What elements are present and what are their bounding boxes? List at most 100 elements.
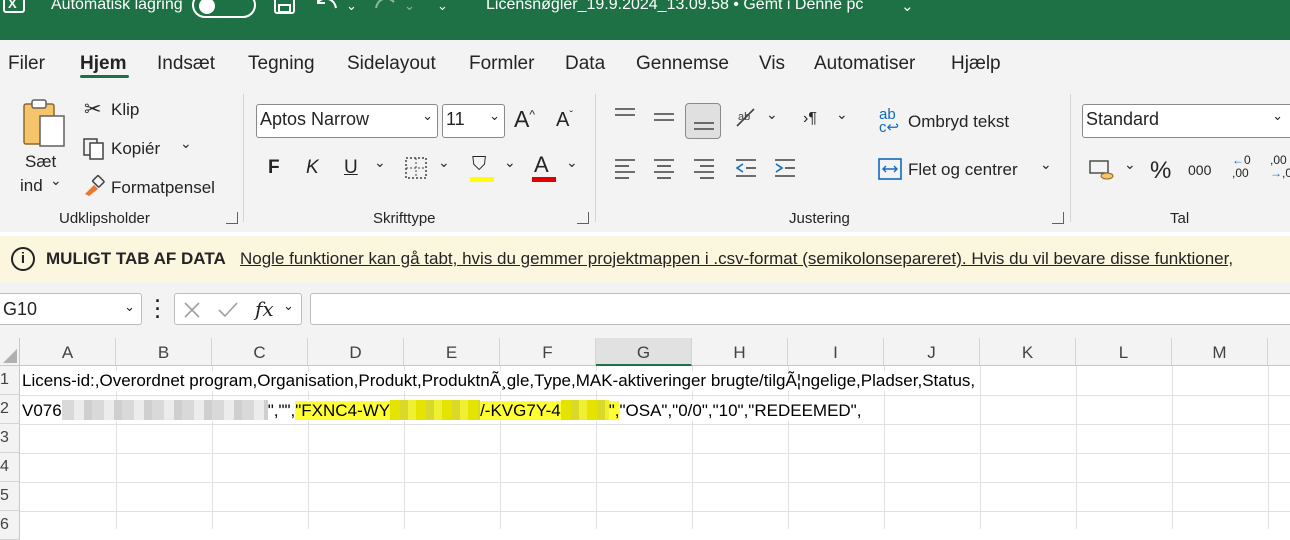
accounting-format-icon[interactable]: [1088, 158, 1116, 182]
customize-qat-chevron-icon[interactable]: ⌄: [437, 0, 448, 14]
warning-message-link[interactable]: Nogle funktioner kan gå tabt, hvis du ge…: [240, 249, 1233, 269]
insert-function-button[interactable]: fx: [255, 297, 274, 321]
borders-chevron-icon[interactable]: ⌄: [438, 154, 450, 171]
row-header-2[interactable]: 2: [0, 395, 20, 424]
undo-icon[interactable]: [314, 0, 340, 16]
tab-data[interactable]: Data: [565, 53, 605, 75]
wrap-text-icon[interactable]: ab c↩: [879, 107, 899, 135]
font-dialog-launcher-icon[interactable]: [577, 212, 589, 224]
format-painter-icon[interactable]: [82, 174, 106, 198]
tab-formler[interactable]: Formler: [469, 53, 534, 75]
column-header-m[interactable]: M: [1172, 338, 1268, 366]
column-header-n[interactable]: [1268, 338, 1290, 366]
tab-hjem[interactable]: Hjem: [80, 53, 126, 75]
align-right-icon[interactable]: [692, 157, 716, 179]
paste-chevron-icon[interactable]: ⌄: [50, 172, 62, 189]
title-chevron-icon[interactable]: ⌄: [901, 0, 914, 15]
column-header-b[interactable]: B: [116, 338, 212, 366]
align-middle-icon[interactable]: [652, 106, 676, 128]
decrease-font-size-icon[interactable]: Aˇ: [556, 109, 573, 132]
tab-automatiser[interactable]: Automatiser: [814, 53, 915, 75]
underline-chevron-icon[interactable]: ⌄: [374, 154, 386, 171]
spreadsheet-grid[interactable]: A B C D E F G H I J K L M 1 2 3 4 5 6 Li…: [0, 338, 1290, 540]
italic-button[interactable]: K: [306, 157, 319, 179]
orientation-chevron-icon[interactable]: ⌄: [766, 106, 778, 123]
fill-color-chevron-icon[interactable]: ⌄: [504, 154, 516, 171]
copy-icon[interactable]: [82, 137, 106, 161]
save-icon[interactable]: [272, 0, 298, 16]
orientation-icon[interactable]: ab: [734, 106, 760, 130]
wrap-text-button[interactable]: Ombryd tekst: [908, 112, 1009, 132]
alignment-dialog-launcher-icon[interactable]: [1052, 212, 1064, 224]
align-bottom-button[interactable]: [685, 103, 721, 139]
more-options-icon[interactable]: · · ·: [155, 292, 161, 326]
cut-button[interactable]: Klip: [111, 100, 139, 120]
column-header-i[interactable]: I: [788, 338, 884, 366]
column-header-l[interactable]: L: [1076, 338, 1172, 366]
undo-dropdown-chevron-icon[interactable]: ⌄: [346, 0, 357, 14]
decrease-decimal-icon[interactable]: ,00 →,0: [1270, 154, 1290, 180]
row-header-6[interactable]: 6: [0, 511, 20, 540]
row-header-4[interactable]: 4: [0, 453, 20, 482]
font-size-dropdown[interactable]: 11 ⌄: [442, 104, 505, 138]
column-header-e[interactable]: E: [404, 338, 500, 366]
tab-indsaet[interactable]: Indsæt: [157, 53, 215, 75]
number-format-dropdown[interactable]: Standard ⌄: [1082, 104, 1290, 138]
row-header-1[interactable]: 1: [0, 366, 20, 395]
paste-label-1[interactable]: Sæt: [25, 152, 56, 172]
column-header-c[interactable]: C: [212, 338, 308, 366]
accounting-chevron-icon[interactable]: ⌄: [1124, 156, 1136, 173]
increase-font-size-icon[interactable]: A^: [514, 106, 535, 133]
bold-button[interactable]: F: [268, 157, 280, 179]
tab-sidelayout[interactable]: Sidelayout: [347, 53, 436, 75]
tab-tegning[interactable]: Tegning: [248, 53, 315, 75]
tab-vis[interactable]: Vis: [759, 53, 785, 75]
copy-chevron-icon[interactable]: ⌄: [180, 135, 192, 152]
percent-button[interactable]: %: [1150, 157, 1171, 185]
document-title[interactable]: Licensnøgler_19.9.2024_13.09.58 • Gemt i…: [486, 0, 863, 14]
column-header-a[interactable]: A: [20, 338, 116, 366]
align-center-icon[interactable]: [652, 157, 676, 179]
formula-input[interactable]: [310, 293, 1290, 325]
cell-a2[interactable]: V076 ","","FXNC4-WY /-KVG7Y-4 ","OSA","0/0"…: [22, 400, 862, 421]
name-box[interactable]: G10 ⌄: [0, 293, 142, 325]
font-color-chevron-icon[interactable]: ⌄: [566, 154, 578, 171]
increase-decimal-icon[interactable]: ←0,00: [1232, 154, 1251, 180]
column-header-h[interactable]: H: [692, 338, 788, 366]
autosave-toggle[interactable]: [192, 0, 256, 18]
underline-button[interactable]: U: [344, 157, 358, 179]
column-header-f[interactable]: F: [500, 338, 596, 366]
clipboard-dialog-launcher-icon[interactable]: [226, 212, 238, 224]
align-top-icon[interactable]: [613, 106, 637, 128]
row-header-5[interactable]: 5: [0, 482, 20, 511]
borders-icon[interactable]: [404, 156, 428, 180]
column-header-d[interactable]: D: [308, 338, 404, 366]
cut-icon[interactable]: ✂: [84, 97, 102, 122]
font-color-icon[interactable]: A: [534, 152, 549, 178]
format-painter-button[interactable]: Formatpensel: [111, 178, 215, 198]
merge-center-chevron-icon[interactable]: ⌄: [1040, 156, 1052, 173]
tab-gennemse[interactable]: Gennemse: [636, 53, 729, 75]
cell-a1[interactable]: Licens-id:,Overordnet program,Organisati…: [22, 371, 980, 391]
font-name-dropdown[interactable]: Aptos Narrow ⌄: [256, 104, 438, 138]
fill-color-icon[interactable]: ⛉: [472, 154, 486, 176]
tab-filer[interactable]: Filer: [8, 53, 45, 75]
tab-hjaelp[interactable]: Hjælp: [951, 53, 1001, 75]
decrease-indent-icon[interactable]: [734, 157, 758, 179]
thousands-separator-button[interactable]: 000: [1188, 162, 1211, 178]
paste-label-2[interactable]: ind: [20, 176, 43, 196]
align-left-icon[interactable]: [613, 157, 637, 179]
column-header-j[interactable]: J: [884, 338, 980, 366]
column-header-g[interactable]: G: [596, 338, 692, 366]
fx-chevron-icon[interactable]: ⌄: [283, 298, 294, 314]
select-all-corner[interactable]: [0, 338, 20, 366]
text-direction-icon[interactable]: ›¶: [803, 110, 817, 128]
copy-button[interactable]: Kopiér: [111, 139, 160, 159]
row-header-3[interactable]: 3: [0, 424, 20, 453]
column-header-k[interactable]: K: [980, 338, 1076, 366]
increase-indent-icon[interactable]: [773, 157, 797, 179]
merge-center-icon[interactable]: [877, 157, 903, 181]
paste-icon[interactable]: [22, 98, 68, 148]
merge-center-button[interactable]: Flet og centrer: [908, 160, 1018, 180]
text-direction-chevron-icon[interactable]: ⌄: [836, 106, 848, 123]
